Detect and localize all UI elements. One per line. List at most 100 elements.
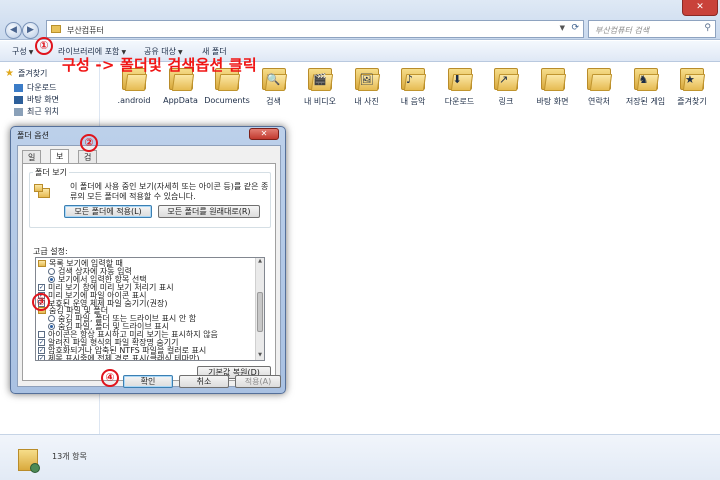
desktop-icon — [14, 95, 23, 104]
folder-label: 내 음악 — [400, 97, 426, 106]
settings-row[interactable]: 아이콘은 항상 표시하고 미리 보기는 표시하지 않음 — [38, 330, 218, 339]
settings-row[interactable]: ✓ 보호된 운영 체제 파일 숨기기(권장) — [38, 299, 167, 308]
folder-item[interactable]: ⬇ 다운로드 — [435, 66, 485, 107]
chevron-down-icon[interactable]: ▼ — [560, 24, 565, 32]
refresh-icon[interactable]: ⟳ — [571, 23, 579, 33]
step-1-marker: ① — [35, 37, 53, 55]
sidebar-item-favorites[interactable]: ★ 즐겨찾기 — [5, 68, 47, 79]
settings-row[interactable]: ✓ 알려진 파일 형식의 파일 확장명 숨기기 — [38, 338, 178, 347]
settings-row[interactable]: ✓ 암호화되거나 압축된 NTFS 파일을 컬러로 표시 — [38, 346, 206, 355]
settings-label: 숨김 파일, 폴더 및 드라이브 표시 — [58, 322, 169, 332]
folder-item[interactable]: 연락처 — [574, 66, 624, 107]
step-3-marker: ③ — [32, 293, 50, 311]
settings-label: 미리 보기에 파일 아이콘 표시 — [48, 290, 147, 300]
settings-row[interactable]: 목록 보기에 입력할 때 — [38, 259, 123, 268]
sidebar-item-desktop[interactable]: 바탕 화면 — [14, 94, 59, 105]
folder-icon: 🖼 — [352, 66, 382, 92]
checkbox[interactable]: ✓ — [38, 283, 45, 291]
folder-item[interactable]: ★ 즐겨찾기 — [667, 66, 717, 107]
folder-label: 검색 — [266, 97, 281, 106]
settings-row[interactable]: 숨김 파일, 폴더 또는 드라이브 표시 안 함 — [48, 314, 196, 323]
apply-button[interactable]: 적용(A) — [235, 375, 281, 388]
folder-icon: ♪ — [398, 66, 428, 92]
sidebar-item-downloads[interactable]: 다운로드 — [14, 82, 56, 93]
instruction-callout: 구성 -> 폴더및 검색옵션 클릭 — [62, 56, 257, 74]
settings-label: 미리 보기 창에 미리 보기 처리기 표시 — [48, 282, 174, 292]
dialog-body: 일반 보기 검색 이 폴더에 사용 중인 보기(자세히 또는 아이콘 등)를 같… — [17, 145, 281, 387]
folder-item[interactable]: ↗ 링크 — [481, 66, 531, 107]
sidebar-item-label: 바탕 화면 — [27, 95, 59, 104]
scroll-thumb[interactable] — [257, 292, 263, 332]
radio-button[interactable] — [48, 275, 55, 283]
folder-item[interactable]: 🖼 내 사진 — [342, 66, 392, 107]
checkbox[interactable]: ✓ — [38, 354, 45, 360]
forward-button[interactable]: ▶ — [22, 22, 39, 39]
folder-label: 내 사진 — [354, 97, 379, 106]
status-bar: 13개 항목 — [0, 434, 720, 480]
folder-item[interactable]: ♞ 저장된 게임 — [621, 66, 671, 107]
tab-general[interactable]: 일반 — [22, 150, 42, 175]
settings-row[interactable]: 검색 상자에 자동 입력 — [48, 267, 132, 276]
folder-icon: ♞ — [631, 66, 661, 92]
settings-row[interactable]: ✓ 미리 보기 창에 미리 보기 처리기 표시 — [38, 283, 174, 292]
scrollbar[interactable]: ▲ ▼ — [255, 258, 264, 360]
checkbox[interactable] — [38, 331, 45, 339]
radio-button[interactable] — [48, 267, 55, 275]
reset-folders-button[interactable]: 모든 폴더를 원래대로(R) — [158, 205, 260, 218]
folder-icon — [584, 66, 614, 92]
folder-views-description: 이 폴더에 사용 중인 보기(자세히 또는 아이콘 등)를 같은 종류의 모든 … — [70, 182, 269, 201]
folder-label: AppData — [163, 96, 198, 105]
search-input[interactable]: 부산컴퓨터 검색 ⚲ — [588, 20, 716, 38]
organize-menu[interactable]: 구성 ▼ — [12, 46, 33, 57]
cancel-button[interactable]: 취소 — [179, 375, 229, 388]
folder-label: 저장된 게임 — [625, 97, 666, 106]
close-icon: ✕ — [696, 2, 704, 12]
radio-button[interactable] — [48, 323, 55, 331]
apply-to-folders-button[interactable]: 모든 폴더에 적용(L) — [64, 205, 152, 218]
scroll-up-icon[interactable]: ▲ — [256, 258, 264, 266]
address-bar[interactable]: 부산컴퓨터 ▼ ⟳ — [46, 20, 584, 38]
settings-row[interactable]: 숨김 파일, 폴더 및 드라이브 표시 — [48, 322, 169, 331]
radio-button[interactable] — [48, 315, 55, 323]
search-placeholder: 부산컴퓨터 검색 — [595, 26, 650, 35]
address-text: 부산컴퓨터 — [67, 26, 104, 35]
settings-label: 보기에서 입력한 항목 선택 — [58, 274, 147, 284]
tab-view[interactable]: 보기 — [50, 149, 70, 174]
scroll-down-icon[interactable]: ▼ — [256, 352, 264, 360]
checkbox[interactable]: ✓ — [38, 346, 45, 354]
folder-icon — [38, 260, 46, 267]
folder-label: 즐겨찾기 — [677, 97, 707, 106]
sidebar-item-label: 다운로드 — [27, 83, 57, 92]
folder-item[interactable]: 🎬 내 비디오 — [295, 66, 345, 107]
checkbox[interactable]: ✓ — [38, 339, 45, 346]
settings-label: 아이콘은 항상 표시하고 미리 보기는 표시하지 않음 — [48, 330, 218, 340]
folder-item[interactable]: ♪ 내 음악 — [388, 66, 438, 107]
back-arrow-icon: ◀ — [10, 25, 17, 35]
settings-row[interactable]: 숨김 파일 및 폴더 — [38, 306, 108, 315]
back-button[interactable]: ◀ — [5, 22, 22, 39]
step-2-marker: ② — [80, 134, 98, 152]
close-icon: ✕ — [260, 129, 268, 138]
folder-label: 링크 — [498, 97, 514, 106]
ok-button[interactable]: 확인 — [123, 375, 173, 388]
sidebar-item-label: 즐겨찾기 — [17, 69, 48, 78]
settings-row[interactable]: 보기에서 입력한 항목 선택 — [48, 275, 147, 284]
settings-label: 숨김 파일, 폴더 또는 드라이브 표시 안 함 — [58, 314, 197, 324]
window-close-button[interactable]: ✕ — [682, 0, 718, 16]
sidebar-item-recent[interactable]: 최근 위치 — [14, 106, 59, 117]
folder-label: 바탕 화면 — [536, 97, 569, 106]
folder-item[interactable]: 바탕 화면 — [528, 66, 578, 107]
folder-views-group: 이 폴더에 사용 중인 보기(자세히 또는 아이콘 등)를 같은 종류의 모든 … — [29, 172, 271, 228]
view-tab-panel: 이 폴더에 사용 중인 보기(자세히 또는 아이콘 등)를 같은 종류의 모든 … — [22, 163, 276, 381]
folder-label: 연락처 — [587, 97, 611, 106]
advanced-settings-label: 고급 설정: — [31, 246, 70, 257]
forward-arrow-icon: ▶ — [27, 25, 34, 35]
settings-row[interactable]: ✓ 미리 보기에 파일 아이콘 표시 — [38, 291, 147, 300]
settings-label: 검색 상자에 자동 입력 — [58, 266, 132, 276]
item-count: 13개 항목 — [52, 452, 87, 461]
settings-label: 암호화되거나 압축된 NTFS 파일을 컬러로 표시 — [48, 345, 207, 355]
dialog-close-button[interactable]: ✕ — [249, 128, 279, 140]
tab-search[interactable]: 검색 — [78, 150, 98, 175]
settings-label: 보호된 운영 체제 파일 숨기기(권장) — [48, 298, 168, 308]
advanced-settings-list[interactable]: ✓ 제목 표시줄에 전체 경로 표시(클래식 테마만) ✓ 암호화되거나 압축된 NT… — [35, 257, 265, 361]
